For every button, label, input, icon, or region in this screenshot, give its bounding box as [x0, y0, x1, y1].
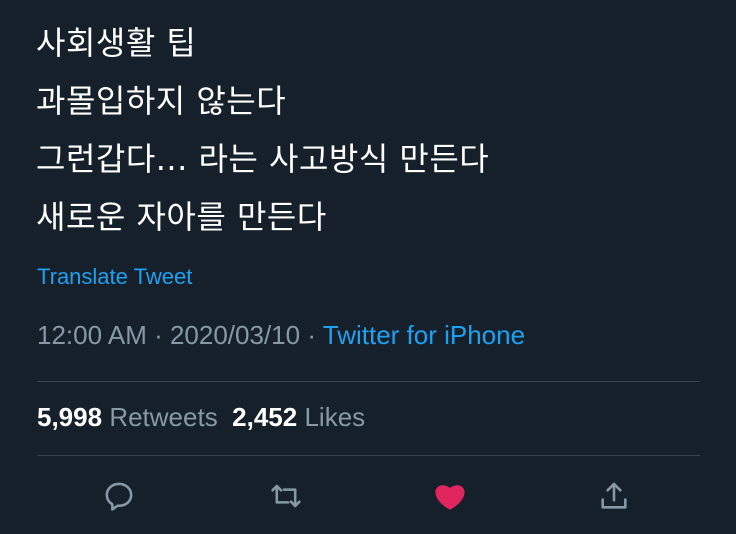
- meta-separator: ·: [146, 320, 170, 350]
- heart-icon: [435, 485, 465, 510]
- retweets-stat[interactable]: 5,998 Retweets: [37, 402, 218, 432]
- likes-count: 2,452: [232, 402, 298, 432]
- tweet-line: 사회생활 팁: [36, 24, 197, 62]
- divider: [37, 455, 700, 456]
- meta-separator: ·: [300, 320, 323, 350]
- share-button[interactable]: [594, 476, 634, 516]
- tweet-source-link[interactable]: Twitter for iPhone: [323, 320, 525, 350]
- tweet-line: 과몰입하지 않는다: [36, 82, 287, 120]
- likes-stat[interactable]: 2,452 Likes: [232, 402, 365, 432]
- retweets-label: Retweets: [109, 402, 218, 432]
- retweets-count: 5,998: [37, 402, 103, 432]
- tweet-text: 사회생활 팁 과몰입하지 않는다 그런갑다... 라는 사고방식 만든다 새로운…: [36, 14, 716, 246]
- share-icon: [601, 482, 627, 509]
- tweet-line: 그런갑다... 라는 사고방식 만든다: [36, 140, 490, 178]
- tweet-line: 새로운 자아를 만든다: [36, 198, 327, 236]
- tweet-meta: 12:00 AM · 2020/03/10 · Twitter for iPho…: [37, 320, 525, 351]
- reply-button[interactable]: [99, 476, 139, 516]
- retweet-button[interactable]: [266, 476, 306, 516]
- tweet-time: 12:00 AM: [37, 320, 147, 350]
- tweet-date: 2020/03/10: [169, 320, 301, 350]
- likes-label: Likes: [304, 402, 366, 432]
- like-button[interactable]: [430, 476, 470, 516]
- retweet-icon: [271, 484, 301, 508]
- reply-icon: [105, 482, 133, 511]
- translate-tweet-link[interactable]: Translate Tweet: [37, 264, 192, 290]
- divider: [37, 381, 700, 382]
- tweet-actions: [0, 476, 736, 520]
- tweet-stats: 5,998 Retweets 2,452 Likes: [37, 402, 365, 433]
